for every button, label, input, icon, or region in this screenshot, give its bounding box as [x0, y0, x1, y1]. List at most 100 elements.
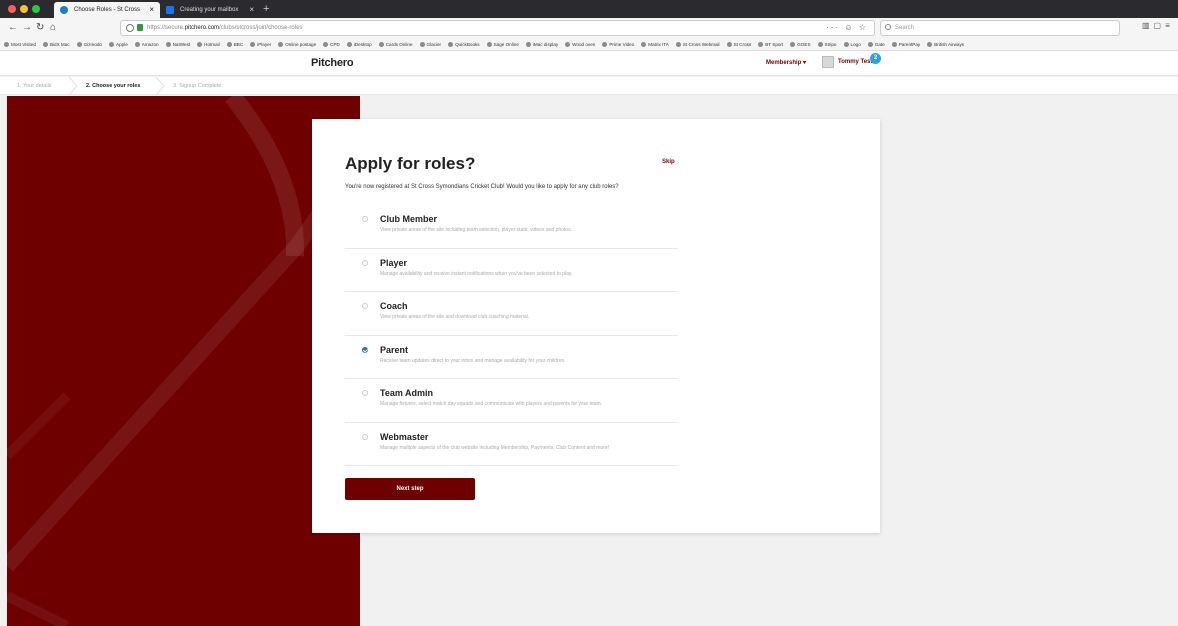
bookmark-item[interactable]: Wood oven	[565, 38, 595, 50]
bookmark-item[interactable]: Logo	[844, 38, 861, 50]
back-arrow-icon[interactable]: ←	[8, 21, 18, 35]
bookmark-item[interactable]: Prime Video	[602, 38, 634, 50]
role-name: Coach	[380, 301, 408, 311]
tab-close-icon[interactable]: ×	[149, 2, 154, 18]
role-name: Player	[380, 257, 408, 268]
bookmark-item[interactable]: Gizmodo	[77, 38, 102, 50]
role-name: Webmaster	[380, 431, 429, 442]
bookmark-item[interactable]: BidX Mac	[43, 38, 70, 50]
page-title: Apply for roles?	[345, 154, 476, 173]
role-name: Club Member	[380, 214, 438, 224]
role-checkbox[interactable]	[362, 216, 368, 222]
bookmark-item[interactable]: GOES	[790, 38, 810, 50]
skip-link[interactable]: Skip	[662, 159, 675, 165]
step-choose-roles: 2. Choose your roles	[86, 83, 141, 89]
next-step-button[interactable]: Next step	[345, 478, 475, 500]
role-option-webmaster[interactable]: Webmaster Manage multiple aspects of the …	[345, 423, 678, 466]
bookmark-item[interactable]: Matrix ITA	[641, 38, 669, 50]
roles-list: Club Member View private areas of the sit…	[345, 205, 678, 466]
bookmarks-bar: Most Visited BidX Mac Gizmodo Apple Amazon Na…	[0, 38, 1178, 51]
bookmark-item[interactable]: Sage Online	[487, 38, 519, 50]
browser-navbar: ← → ↻ ⌂ https://secure.pitchero.com/club…	[0, 18, 1178, 38]
bookmark-item[interactable]: iDesktop	[347, 38, 372, 50]
bookmark-item[interactable]: iPlayer	[250, 38, 271, 50]
decorative-background-panel	[7, 96, 360, 626]
bookmark-item[interactable]: Apple	[109, 38, 128, 50]
bookmark-item[interactable]: St Cross	[727, 38, 752, 50]
new-tab-button[interactable]: +	[263, 2, 269, 16]
bookmark-item[interactable]: Gate	[868, 38, 885, 50]
role-checkbox[interactable]	[362, 259, 368, 266]
apply-roles-card: Apply for roles? Skip You're now registe…	[312, 119, 880, 533]
site-info-icon[interactable]	[126, 24, 134, 32]
membership-menu[interactable]: Membership ▾	[766, 59, 806, 66]
role-option-coach[interactable]: Coach View private areas of the site and …	[345, 292, 678, 336]
step-signup-complete: 3. Signup Complete	[173, 83, 222, 89]
forward-arrow-icon[interactable]: →	[22, 21, 32, 35]
bookmark-item[interactable]: iMac display	[526, 38, 558, 50]
step-chevron-icon	[68, 77, 78, 95]
site-header: Pitchero Membership ▾ Tommy Test 2	[0, 51, 1178, 76]
bookmark-item[interactable]: Hotmail	[197, 38, 220, 50]
role-option-club-member[interactable]: Club Member View private areas of the sit…	[345, 205, 678, 249]
role-description: View private areas of the site and downl…	[380, 314, 530, 320]
role-checkbox[interactable]	[362, 303, 368, 309]
pitchero-logo[interactable]: Pitchero	[311, 57, 354, 69]
role-description: Manage multiple aspects of the club webs…	[380, 444, 610, 451]
tab-close-icon[interactable]: ×	[249, 2, 254, 18]
role-option-player[interactable]: Player Manage availability and receive in…	[345, 249, 678, 292]
url-prefix: https://secure.	[147, 25, 185, 31]
tab-label: Creating your mailbox	[180, 7, 239, 13]
reload-icon[interactable]: ↻	[36, 21, 44, 35]
minimize-window-button[interactable]	[20, 5, 28, 13]
bookmark-item[interactable]: Online postage	[278, 38, 316, 50]
role-checkbox[interactable]	[362, 346, 368, 353]
signup-steps: 1. Your details 2. Choose your roles 3. …	[0, 77, 1178, 95]
role-name: Parent	[380, 344, 409, 355]
url-bar[interactable]: https://secure.pitchero.com/clubs/stcros…	[120, 20, 875, 36]
bookmark-item[interactable]: Glacier	[420, 38, 442, 50]
bookmark-item[interactable]: CPD	[323, 38, 340, 50]
search-icon	[885, 24, 891, 30]
bookmark-item[interactable]: British Airways	[927, 38, 964, 50]
user-name[interactable]: Tommy Test	[838, 59, 872, 65]
bookmark-item[interactable]: ParentPay	[892, 38, 920, 50]
browser-titlebar: Choose Roles - St Cross Symo... × Creati…	[0, 0, 1178, 29]
bookmark-item[interactable]: Cards Online	[379, 38, 413, 50]
role-description: Manage availability and receive instant …	[380, 270, 573, 277]
bookmark-item[interactable]: Most Visited	[4, 38, 36, 50]
bookmark-item[interactable]: Stripe	[818, 38, 837, 50]
page-actions-icon[interactable]: ··· ☺ ☆	[826, 21, 868, 35]
browser-tab-mailbox[interactable]: Creating your mailbox ×	[160, 2, 260, 18]
role-description: View private areas of the site including…	[380, 227, 572, 233]
search-placeholder: Search	[895, 25, 915, 31]
bookmark-item[interactable]: NatWest	[166, 38, 191, 50]
user-avatar[interactable]	[822, 56, 834, 68]
url-host: pitchero.com	[184, 25, 220, 31]
zoom-window-button[interactable]	[32, 5, 40, 13]
bookmark-item[interactable]: Amazon	[135, 38, 159, 50]
role-description: Manage fixtures, select match day squads…	[380, 401, 603, 407]
bookmark-item[interactable]: BBC	[227, 38, 243, 50]
role-checkbox[interactable]	[362, 433, 368, 440]
role-option-team-admin[interactable]: Team Admin Manage fixtures, select match …	[345, 379, 678, 423]
lock-icon	[137, 24, 143, 31]
step-chevron-icon	[155, 77, 165, 95]
toolbar-library-icon[interactable]: ▥▢≡	[1142, 21, 1174, 30]
bookmark-item[interactable]: BT Sport	[758, 38, 783, 50]
role-description: Receive team updates direct to your inbo…	[380, 357, 566, 364]
bookmark-item[interactable]: St Cross Webmail	[676, 38, 720, 50]
pitchero-favicon-icon	[60, 6, 68, 14]
pitch-lines-graphic	[7, 96, 360, 626]
role-option-parent[interactable]: Parent Receive team updates direct to you…	[345, 336, 678, 379]
search-input[interactable]: Search	[880, 20, 1120, 36]
home-icon[interactable]: ⌂	[50, 21, 56, 35]
close-window-button[interactable]	[8, 5, 16, 13]
intro-text: You're now registered at St Cross Symond…	[345, 184, 619, 190]
role-name: Team Admin	[380, 388, 434, 398]
notification-badge[interactable]: 2	[870, 53, 881, 64]
bookmark-item[interactable]: QuickBooks	[448, 38, 480, 50]
step-your-details: 1. Your details	[17, 83, 52, 89]
role-checkbox[interactable]	[362, 390, 368, 396]
browser-tab-choose-roles[interactable]: Choose Roles - St Cross Symo... ×	[54, 2, 160, 29]
